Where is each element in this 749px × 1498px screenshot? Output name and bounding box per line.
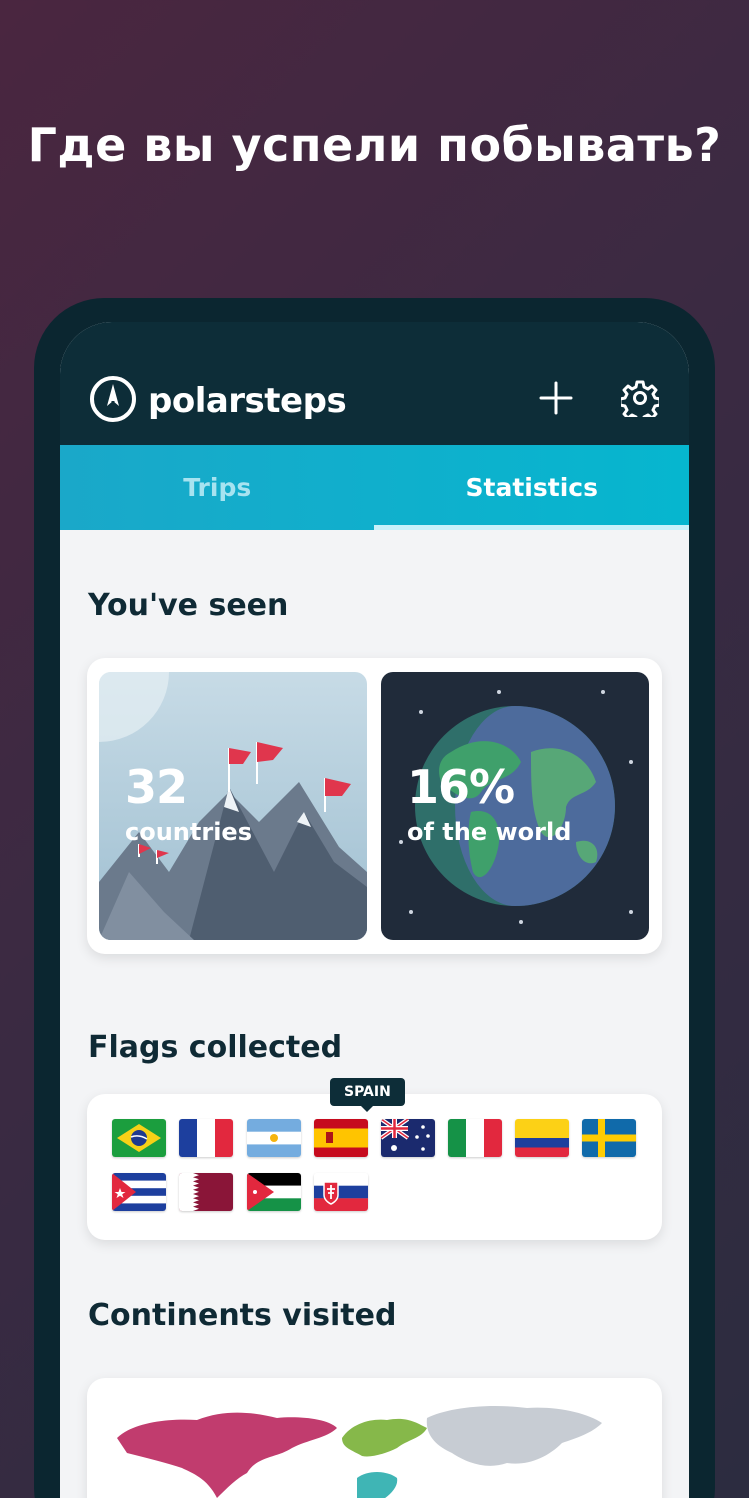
logo-text: polarsteps: [148, 381, 347, 421]
flag-brazil[interactable]: [112, 1119, 166, 1157]
flag-argentina[interactable]: [247, 1119, 301, 1157]
gear-icon: [621, 380, 659, 417]
flag-slovakia[interactable]: [314, 1173, 368, 1211]
flag-cuba[interactable]: [112, 1173, 166, 1211]
seen-title: You've seen: [88, 588, 289, 623]
countries-count: 32: [125, 760, 188, 814]
continents-title: Continents visited: [88, 1298, 397, 1333]
plus-icon: [539, 381, 573, 415]
tab-indicator: [374, 525, 689, 530]
tab-trips[interactable]: Trips: [60, 445, 375, 530]
world-tile[interactable]: 16% of the world: [381, 672, 649, 940]
countries-tile[interactable]: 32 countries: [99, 672, 367, 940]
app-bar: polarsteps: [60, 322, 689, 445]
app-screen: polarsteps Trips Statistics You've seen: [60, 322, 689, 1498]
flag-sweden[interactable]: [582, 1119, 636, 1157]
seen-card: 32 countries 16% of the world: [87, 658, 662, 954]
continents-map-illustration: [117, 1406, 602, 1498]
flags-title: Flags collected: [88, 1030, 343, 1065]
logo: polarsteps: [88, 374, 347, 428]
polarsteps-logo-icon: [88, 374, 138, 428]
add-button[interactable]: [533, 375, 579, 421]
headline: Где вы успели побывать?: [27, 118, 722, 172]
tab-bar: Trips Statistics: [60, 445, 689, 530]
flag-italy[interactable]: [448, 1119, 502, 1157]
flags-card: SPAIN: [87, 1078, 662, 1240]
flag-jordan[interactable]: [247, 1173, 301, 1211]
continents-card: [87, 1378, 662, 1498]
world-percentage: 16%: [407, 760, 515, 814]
countries-label: countries: [125, 818, 252, 846]
tab-statistics[interactable]: Statistics: [375, 445, 690, 530]
settings-button[interactable]: [617, 375, 663, 421]
flag-spain[interactable]: [314, 1119, 368, 1157]
flag-france[interactable]: [179, 1119, 233, 1157]
flag-qatar[interactable]: [179, 1173, 233, 1211]
flag-colombia[interactable]: [515, 1119, 569, 1157]
flag-australia[interactable]: [381, 1119, 435, 1157]
world-label: of the world: [407, 818, 572, 846]
flag-tooltip: SPAIN: [330, 1078, 405, 1112]
